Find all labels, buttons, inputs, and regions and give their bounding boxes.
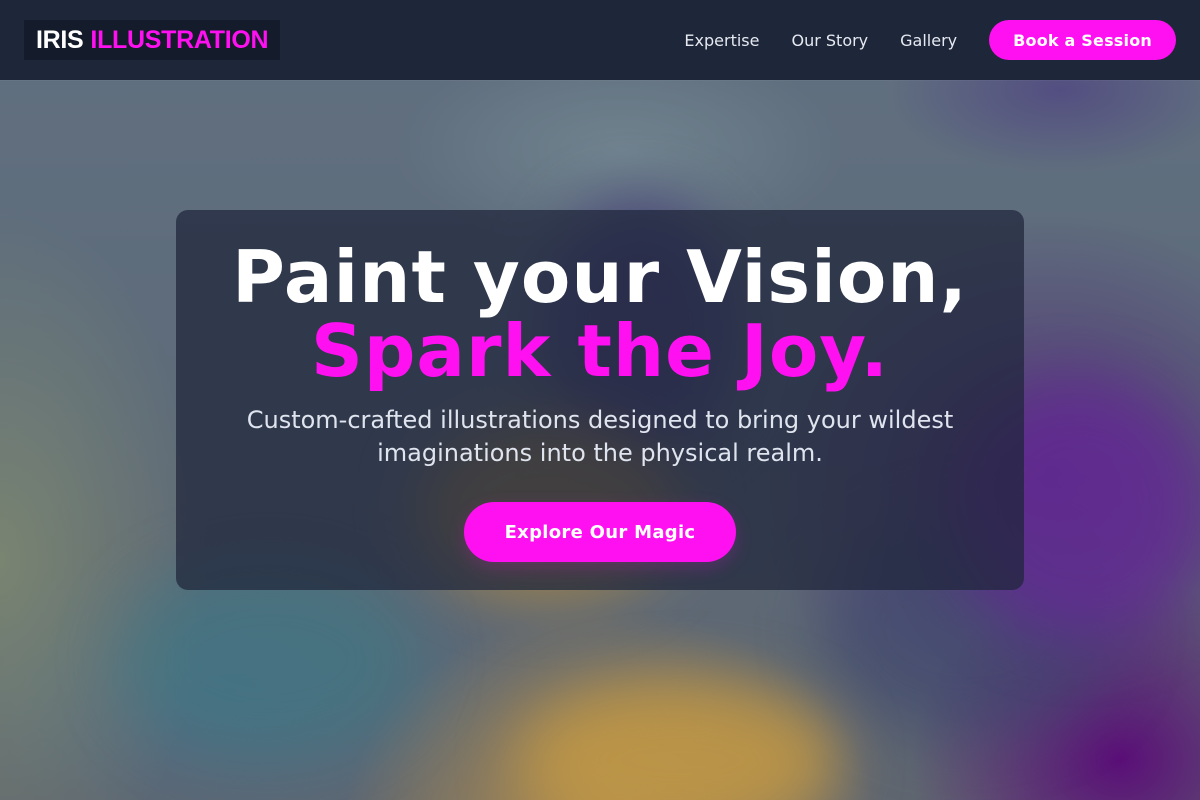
hero-subtitle: Custom-crafted illustrations designed to… bbox=[246, 406, 954, 467]
nav-link-expertise[interactable]: Expertise bbox=[684, 31, 759, 50]
main-nav: Expertise Our Story Gallery Book a Sessi… bbox=[684, 20, 1176, 60]
nav-link-gallery[interactable]: Gallery bbox=[900, 31, 957, 50]
hero-card: Paint your Vision, Spark the Joy. Custom… bbox=[176, 210, 1024, 590]
book-session-button[interactable]: Book a Session bbox=[989, 20, 1176, 60]
site-logo[interactable]: IRIS ILLUSTRATION bbox=[24, 20, 281, 60]
logo-text-accent: ILLUSTRATION bbox=[90, 25, 269, 54]
background-blob bbox=[520, 680, 840, 800]
site-header: IRIS ILLUSTRATION Expertise Our Story Ga… bbox=[0, 0, 1200, 80]
hero-headline: Paint your Vision, Spark the Joy. bbox=[176, 240, 1024, 388]
logo-text-primary: IRIS bbox=[36, 25, 84, 54]
nav-link-our-story[interactable]: Our Story bbox=[791, 31, 868, 50]
background-blob bbox=[120, 560, 420, 760]
headline-line-primary: Paint your Vision, bbox=[232, 235, 968, 319]
explore-magic-button[interactable]: Explore Our Magic bbox=[463, 502, 737, 562]
headline-line-accent: Spark the Joy. bbox=[311, 309, 889, 393]
